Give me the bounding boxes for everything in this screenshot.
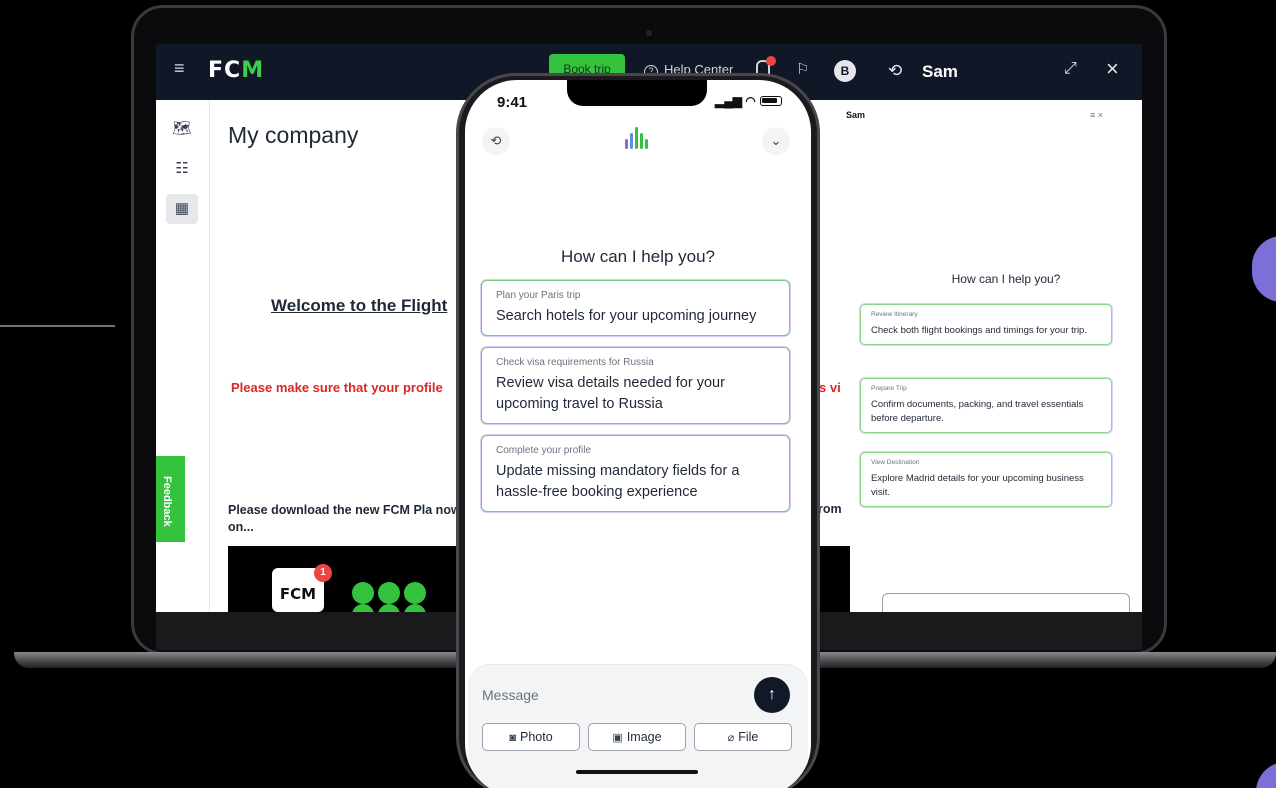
sam-mini-title: Sam bbox=[846, 110, 866, 120]
history-icon[interactable]: ⟲ bbox=[888, 61, 902, 81]
fcm-logo[interactable]: FCM bbox=[208, 58, 264, 83]
phone-suggestion-card[interactable]: Complete your profile Update missing man… bbox=[481, 435, 790, 512]
download-notice-tail: rom bbox=[818, 502, 842, 516]
feedback-label: Feedback bbox=[161, 476, 173, 527]
profile-warning-tail: s vi bbox=[819, 380, 841, 395]
chevron-down-icon[interactable]: ⌄ bbox=[762, 127, 790, 155]
company-icon[interactable]: ▦ bbox=[166, 194, 198, 224]
card-kicker: Prepare Trip bbox=[871, 385, 907, 392]
card-kicker: Complete your profile bbox=[496, 445, 592, 456]
card-kicker: Plan your Paris trip bbox=[496, 290, 581, 301]
card-text: Review visa details needed for your upco… bbox=[496, 375, 725, 412]
card-kicker: View Destination bbox=[871, 459, 920, 466]
card-text: Check both flight bookings and timings f… bbox=[871, 325, 1087, 336]
map-icon[interactable]: 🗺 bbox=[166, 114, 198, 144]
laptop-camera bbox=[646, 30, 652, 36]
card-text: Search hotels for your upcoming journey bbox=[496, 308, 757, 324]
photo-label: Photo bbox=[519, 730, 553, 744]
photo-button[interactable]: ◙ Photo bbox=[482, 723, 580, 751]
card-text: Explore Madrid details for your upcoming… bbox=[871, 473, 1084, 498]
itinerary-icon[interactable]: ☷ bbox=[166, 154, 198, 184]
image-label: Image bbox=[626, 730, 662, 744]
decorative-line bbox=[0, 325, 115, 327]
promo-dot bbox=[352, 604, 374, 612]
sam-message-input[interactable] bbox=[882, 593, 1130, 612]
card-kicker: Review Itinerary bbox=[871, 311, 918, 318]
image-button[interactable]: ▣ Image bbox=[588, 723, 686, 751]
phone-suggestion-card[interactable]: Plan your Paris trip Search hotels for y… bbox=[481, 280, 790, 336]
camera-icon: ◙ bbox=[509, 732, 516, 744]
decorative-blob bbox=[1252, 236, 1276, 302]
welcome-heading: Welcome to the Flight bbox=[271, 296, 448, 315]
phone-screen: 9:41 ▂▄▆ ◠ ⟲ ⌄ How can I help you? Plan … bbox=[465, 80, 811, 788]
sam-suggestion-card[interactable]: Prepare Trip Confirm documents, packing,… bbox=[860, 378, 1112, 433]
message-input[interactable]: Message bbox=[482, 687, 539, 703]
sam-mini-icons[interactable]: ≡ × bbox=[1090, 110, 1103, 120]
history-icon[interactable]: ⟲ bbox=[482, 127, 510, 155]
status-icons: ▂▄▆ ◠ bbox=[715, 94, 782, 108]
promo-dot bbox=[352, 582, 374, 604]
home-indicator bbox=[576, 770, 698, 774]
promo-dot bbox=[378, 604, 400, 612]
expand-icon[interactable]: ⤢ bbox=[1064, 60, 1077, 78]
card-text: Update missing mandatory fields for a ha… bbox=[496, 463, 740, 500]
sam-greeting: How can I help you? bbox=[951, 272, 1061, 286]
page-title: My company bbox=[228, 122, 359, 148]
hamburger-menu-icon[interactable]: ≡ bbox=[174, 59, 190, 77]
send-arrow-up-icon[interactable]: ↑ bbox=[754, 677, 790, 713]
promo-dot bbox=[404, 582, 426, 604]
battery-icon bbox=[759, 96, 782, 106]
sam-mini-header: Sam ≡ × bbox=[840, 100, 1128, 130]
audio-bars-icon bbox=[625, 127, 649, 153]
flag-icon[interactable]: ⚐ bbox=[796, 60, 809, 78]
decorative-blob bbox=[1256, 762, 1276, 788]
promo-badge: 1 bbox=[314, 564, 332, 582]
sam-assistant-panel: ⟲ Sam ⤢ × Sam ≡ × How can I help you? Re… bbox=[840, 44, 1142, 612]
file-label: File bbox=[738, 730, 759, 744]
user-avatar[interactable]: B bbox=[834, 60, 856, 82]
status-time: 9:41 bbox=[497, 94, 528, 111]
close-icon[interactable]: × bbox=[1106, 56, 1119, 82]
profile-warning: Please make sure that your profile bbox=[231, 380, 443, 395]
phone-notch bbox=[567, 80, 707, 106]
card-kicker: Check visa requirements for Russia bbox=[496, 357, 654, 368]
phone-suggestion-card[interactable]: Check visa requirements for Russia Revie… bbox=[481, 347, 790, 424]
file-button[interactable]: ⌀ File bbox=[694, 723, 792, 751]
phone-greeting: How can I help you? bbox=[560, 247, 716, 266]
card-text: Confirm documents, packing, and travel e… bbox=[871, 399, 1084, 424]
sam-title: Sam bbox=[922, 62, 958, 81]
promo-dot bbox=[404, 604, 426, 612]
image-icon: ▣ bbox=[612, 732, 623, 744]
sam-suggestion-card[interactable]: View Destination Explore Madrid details … bbox=[860, 452, 1112, 507]
download-notice: Please download the new FCM Pla now on..… bbox=[228, 503, 461, 534]
paperclip-icon: ⌀ bbox=[727, 732, 735, 744]
feedback-tab[interactable]: Feedback bbox=[156, 456, 185, 542]
notification-badge bbox=[766, 56, 776, 66]
sam-suggestion-card[interactable]: Review Itinerary Check both flight booki… bbox=[860, 304, 1112, 345]
sam-panel-header: ⟲ Sam ⤢ × bbox=[870, 44, 1142, 100]
promo-dot bbox=[378, 582, 400, 604]
